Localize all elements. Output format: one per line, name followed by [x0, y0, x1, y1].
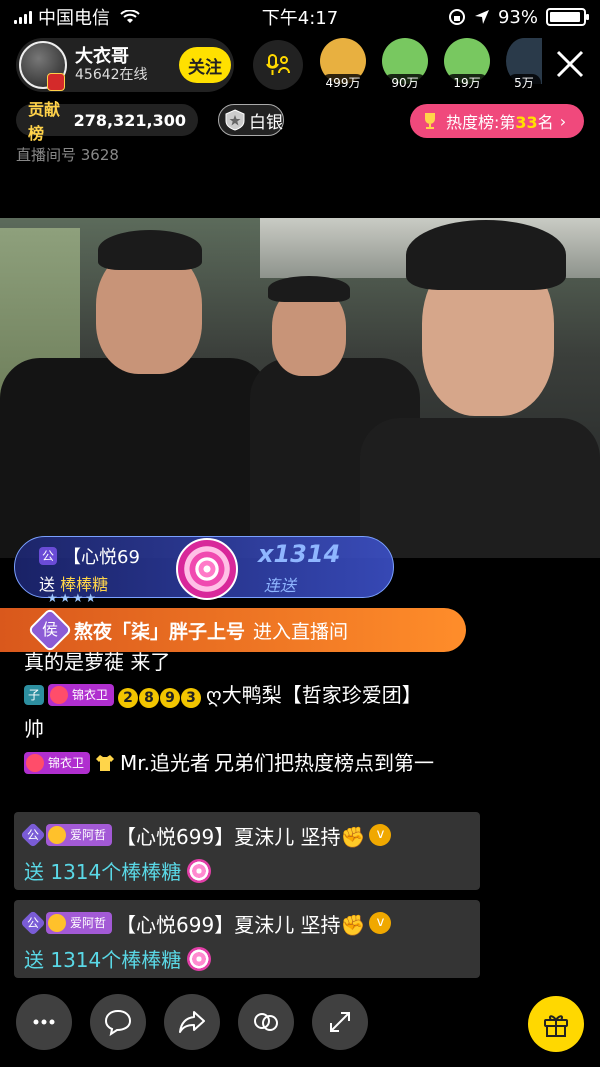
clock: 下午4:17 [261, 8, 339, 29]
stars-icon: ★★★★ [47, 591, 99, 605]
level-label: 公 [26, 916, 39, 930]
fan-club-badge: 爱阿哲 [46, 824, 113, 846]
follow-button[interactable]: 关注 [179, 47, 231, 83]
entrance-text: 进入直播间 [253, 620, 349, 643]
wifi-icon [120, 10, 140, 23]
level-label: 公 [26, 828, 39, 842]
chat-username[interactable]: ღ大鸭梨【哲家珍爱团】 [206, 678, 422, 712]
gift-sender[interactable]: 【心悦699】夏沫儿 坚持✊ [116, 909, 365, 938]
host-avatar[interactable] [19, 41, 67, 91]
status-bar: 中国电信 下午4:17 93% [0, 0, 600, 34]
gift-text: 送 1314个棒棒糖 [24, 948, 182, 972]
digit-badge: 9 [160, 688, 181, 708]
location-icon [474, 10, 489, 24]
mic-link-button[interactable] [253, 40, 303, 90]
room-number: 直播间号 3628 [16, 146, 119, 164]
chat-text: 兄弟们把热度榜点到第一 [214, 751, 435, 775]
viewer-avatar[interactable]: 90万 [380, 32, 430, 92]
chat-text: 帅 [24, 717, 44, 741]
chat-message: 子 锦衣卫 2893 ღ大鸭梨【哲家珍爱团】 帅 [24, 678, 484, 746]
user-level-badge: 子 [24, 685, 44, 705]
viewer-count: 5万 [507, 74, 541, 92]
combo-count: x1314 [258, 540, 341, 568]
chat-message: 锦衣卫 Mr.追光者 兄弟们把热度榜点到第一 [24, 746, 484, 780]
battery-percent: 93% [497, 6, 538, 28]
chat-message-partial: 真的是萝蓰 来了 [24, 650, 171, 674]
chat-button[interactable] [90, 994, 146, 1050]
bottom-toolbar [16, 994, 368, 1050]
digit-badge: 3 [181, 688, 202, 708]
viewer-avatar[interactable]: 499万 [318, 32, 368, 92]
chat-bubble-icon [104, 1009, 132, 1037]
more-icon [33, 1019, 55, 1025]
trophy-icon [425, 113, 435, 129]
chevron-right-icon: › [559, 111, 567, 131]
gift-message: 公 爱阿哲 【心悦699】夏沫儿 坚持✊ v 送 1314个棒棒糖 [14, 900, 480, 978]
lollipop-icon [187, 946, 212, 971]
viewer-count: 19万 [445, 74, 489, 92]
gift-text: 送 1314个棒棒糖 [24, 860, 182, 884]
chat-username[interactable]: Mr.追光者 [120, 746, 210, 780]
hot-rank-number: 33 [515, 113, 538, 132]
digit-badge: 8 [139, 688, 160, 708]
shield-star-icon [225, 109, 245, 131]
gift-sender[interactable]: 【心悦699】夏沫儿 坚持✊ [116, 821, 365, 850]
gift-sender-name: 【心悦69 [63, 547, 140, 568]
verified-badge: v [369, 824, 392, 846]
mic-link-icon [266, 54, 290, 75]
rotation-lock-icon [448, 9, 465, 25]
combo-label: 连送 [264, 576, 297, 595]
gift-message: 公 爱阿哲 【心悦699】夏沫儿 坚持✊ v 送 1314个棒棒糖 [14, 812, 480, 890]
user-level-badge: 公 [39, 547, 57, 565]
host-level-icon [47, 73, 65, 91]
fan-club-badge: 爱阿哲 [46, 912, 113, 934]
user-level-badge: 公 [20, 822, 46, 848]
share-button[interactable] [164, 994, 220, 1050]
lollipop-icon [187, 858, 212, 883]
guard-badge: 锦衣卫 [24, 752, 91, 774]
guard-badge: 锦衣卫 [48, 684, 115, 706]
online-count: 45642在线 [75, 67, 148, 84]
lollipop-gift-icon [176, 538, 238, 600]
viewer-avatar[interactable]: 19万 [442, 32, 492, 92]
top-viewers: 499万 90万 19万 5万 [318, 32, 542, 92]
host-level-badge[interactable]: 白银 [218, 104, 284, 136]
contribution-rank[interactable]: 贡献榜 278,321,300 [16, 100, 198, 143]
hot-rank-prefix: 热度榜:第 [446, 113, 516, 132]
close-icon[interactable] [552, 46, 588, 82]
noble-badge-label: 侯 [41, 620, 58, 639]
signal-icon [14, 10, 32, 24]
hot-rank-suffix: 名 [537, 113, 554, 132]
digit-badge: 2 [118, 688, 139, 708]
live-video[interactable] [0, 218, 600, 558]
host-card[interactable]: 大衣哥 45642在线 关注 [16, 38, 234, 92]
expand-icon [330, 1012, 350, 1032]
gift-icon [544, 1015, 568, 1037]
more-button[interactable] [16, 994, 72, 1050]
viewer-count: 90万 [383, 74, 427, 92]
host-name: 大衣哥 [75, 45, 129, 67]
battery-icon [546, 8, 589, 26]
fullscreen-button[interactable] [312, 994, 368, 1050]
link-icon [254, 1013, 278, 1031]
gift-button[interactable] [528, 996, 584, 1052]
level-label: 白银 [249, 112, 283, 133]
link-button[interactable] [238, 994, 294, 1050]
carrier: 中国电信 [38, 8, 110, 29]
shirt-icon [96, 755, 115, 771]
viewer-avatar[interactable]: 5万 [504, 32, 542, 92]
contribution-label: 贡献榜 [28, 100, 61, 143]
verified-badge: v [369, 912, 392, 934]
user-level-badge: 公 [20, 910, 46, 936]
viewer-count: 499万 [321, 74, 365, 92]
contribution-value: 278,321,300 [73, 110, 186, 130]
hot-rank-button[interactable]: 热度榜:第33名 › [410, 104, 584, 138]
share-icon [179, 1011, 205, 1033]
entrant-name: 熬夜「柒」胖子上号 [74, 620, 246, 643]
number-badges: 2893 [118, 678, 202, 712]
